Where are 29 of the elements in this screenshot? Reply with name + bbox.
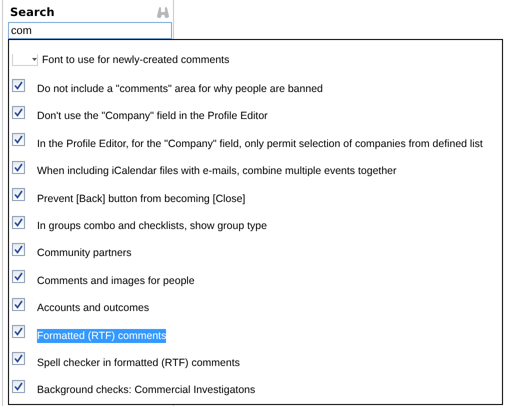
binoculars-icon: [156, 6, 170, 18]
font-dropdown[interactable]: [12, 54, 38, 66]
checkbox[interactable]: [12, 270, 25, 284]
option-label[interactable]: In groups combo and checklists, show group type: [37, 219, 267, 234]
checkbox[interactable]: [12, 352, 25, 366]
search-field[interactable]: com: [8, 22, 172, 39]
checkbox[interactable]: [12, 188, 25, 202]
checkbox[interactable]: [12, 325, 25, 338]
checkbox[interactable]: [12, 380, 25, 393]
caret-icon: [32, 58, 37, 61]
option-label[interactable]: In the Profile Editor, for the "Company" field, only permit selection of companies from defined list: [37, 136, 483, 151]
option-label[interactable]: Prevent [Back] button from becoming [Close]: [37, 192, 246, 206]
checkbox[interactable]: [12, 298, 25, 311]
checkbox[interactable]: [12, 78, 25, 92]
option-label[interactable]: When including iCalendar files with e-mails, combine multiple events together: [37, 164, 397, 178]
checkbox[interactable]: [12, 242, 25, 256]
option-label[interactable]: Do not include a "comments" area for why people are banned: [37, 82, 323, 96]
checkbox[interactable]: [12, 133, 25, 146]
option-label[interactable]: Font to use for newly-created comments: [42, 52, 230, 67]
option-label[interactable]: Community partners: [37, 246, 132, 260]
option-label[interactable]: Comments and images for people: [37, 274, 195, 288]
checkbox[interactable]: [12, 216, 25, 229]
search-label: Search: [10, 5, 55, 19]
option-label[interactable]: Don't use the "Company" field in the Profile Editor: [37, 109, 268, 124]
option-label[interactable]: Background checks: Commercial Investigatons: [37, 383, 256, 398]
option-label[interactable]: Accounts and outcomes: [37, 301, 150, 316]
option-label[interactable]: Spell checker in formatted (RTF) comments: [37, 356, 240, 370]
checkbox[interactable]: [12, 106, 25, 119]
checkbox[interactable]: [12, 160, 25, 174]
